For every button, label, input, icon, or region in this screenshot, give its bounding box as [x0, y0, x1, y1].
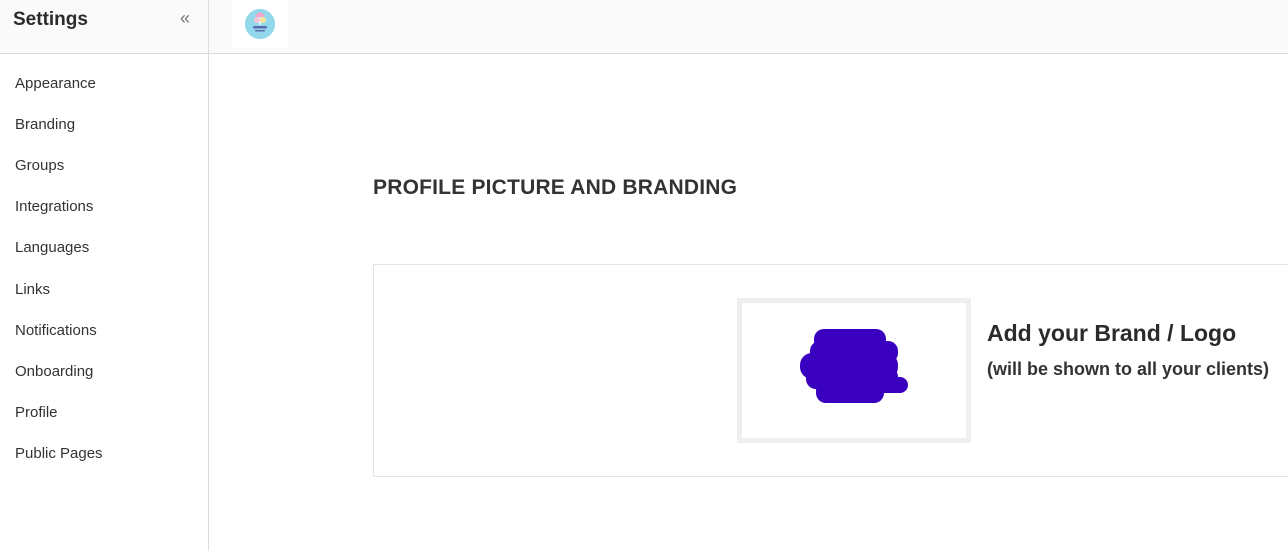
sidebar-item-links[interactable]: Links [0, 268, 208, 309]
brand-heading: Add your Brand / Logo [987, 320, 1237, 346]
sidebar-item-profile[interactable]: Profile [0, 392, 208, 433]
sidebar-title: Settings [13, 9, 88, 30]
brand-text: Add your Brand / Logo (will be shown to … [987, 320, 1288, 380]
sidebar-item-label: Groups [15, 157, 65, 175]
settings-app: Settings « Appearance Branding Groups In… [0, 0, 1288, 551]
sidebar-item-branding[interactable]: Branding [0, 104, 208, 145]
sidebar-item-label: Integrations [15, 198, 94, 216]
settings-sidebar: Settings « Appearance Branding Groups In… [0, 0, 209, 551]
sidebar-item-label: Languages [15, 239, 90, 257]
sidebar-item-label: Public Pages [15, 444, 103, 462]
sidebar-item-onboarding[interactable]: Onboarding [0, 351, 208, 392]
sidebar-item-label: Onboarding [15, 362, 94, 380]
settings-nav: Appearance Branding Groups Integrations … [0, 63, 208, 474]
redacted-logo [800, 329, 908, 403]
sidebar-item-label: Profile [15, 403, 58, 421]
sidebar-item-label: Appearance [15, 75, 96, 93]
sidebar-item-label: Notifications [15, 321, 97, 339]
brand-logo-icon [245, 9, 275, 39]
brand-logo[interactable] [232, 0, 288, 48]
brand-card: Add your Brand / Logo (will be shown to … [373, 264, 1288, 477]
collapse-sidebar-button[interactable]: « [175, 8, 195, 28]
sidebar-item-integrations[interactable]: Integrations [0, 186, 208, 227]
sidebar-item-languages[interactable]: Languages [0, 227, 208, 268]
page-title: PROFILE PICTURE AND BRANDING [373, 176, 738, 199]
sidebar-item-groups[interactable]: Groups [0, 145, 208, 186]
double-chevron-left-icon: « [179, 8, 190, 28]
sidebar-header: Settings « [0, 0, 208, 54]
brand-logo-upload[interactable] [737, 298, 971, 443]
sidebar-item-notifications[interactable]: Notifications [0, 310, 208, 351]
top-bar [209, 0, 1288, 54]
sidebar-item-label: Links [15, 280, 51, 298]
sidebar-item-public-pages[interactable]: Public Pages [0, 433, 208, 474]
sidebar-item-label: Branding [15, 116, 76, 134]
sidebar-item-appearance[interactable]: Appearance [0, 63, 208, 104]
brand-subheading: (will be shown to all your clients) [987, 359, 1270, 379]
